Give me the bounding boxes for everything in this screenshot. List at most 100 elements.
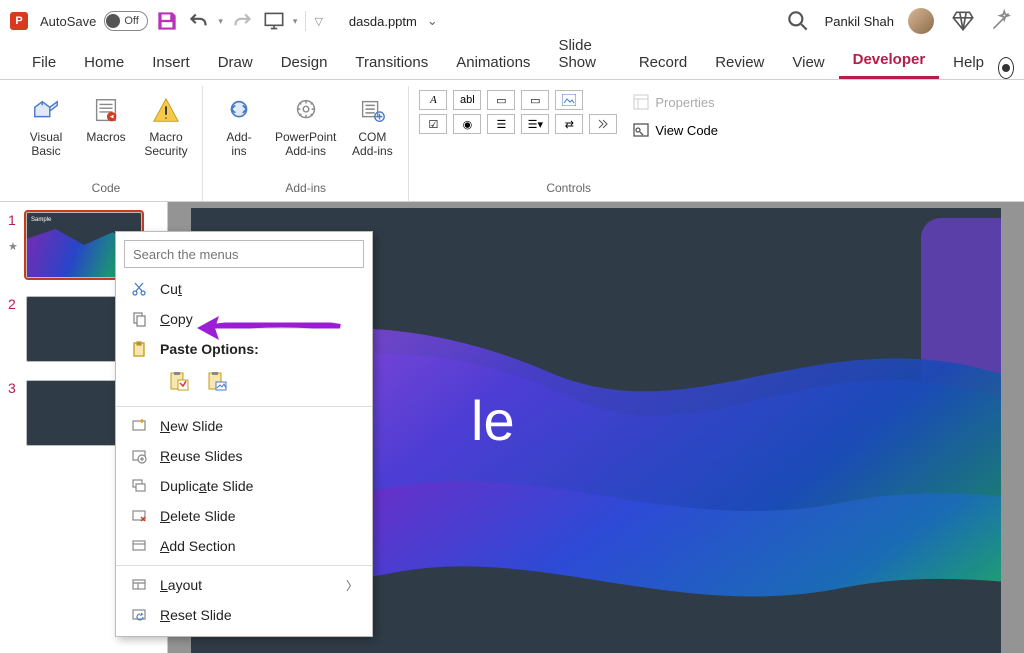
checkbox-control-icon[interactable]: ☑ [419,114,447,134]
avatar[interactable] [908,8,934,34]
textbox-control-icon[interactable]: abl [453,90,481,110]
group-label-code: Code [92,177,121,201]
menu-duplicate-slide[interactable]: Duplicate Slide [116,471,372,501]
tab-view[interactable]: View [778,46,838,79]
context-menu: Cut Copy Paste Options: New Slide Reuse … [115,231,373,637]
menu-layout[interactable]: Layout 〉 [116,570,372,600]
menu-paste-options: Paste Options: [116,334,372,364]
toggle-knob [106,14,120,28]
autosave-state: Off [124,15,138,27]
autosave-label: AutoSave [40,14,96,29]
thumb-number: 3 [8,380,20,396]
image-control-icon[interactable] [555,90,583,110]
chevron-right-icon: 〉 [346,577,358,594]
com-addins-button[interactable]: COM Add-ins [346,90,398,162]
separator [305,11,306,31]
properties-label: Properties [655,95,714,110]
view-code-label: View Code [655,123,718,138]
powerpoint-addins-button[interactable]: PowerPoint Add-ins [273,90,338,162]
present-icon[interactable] [261,8,287,34]
powerpoint-icon: P [10,12,28,30]
save-icon[interactable] [154,8,180,34]
autosave-toggle[interactable]: Off [104,11,148,31]
tab-review[interactable]: Review [701,46,778,79]
menu-cut-label: Cut [160,281,182,297]
tab-file[interactable]: File [18,46,70,79]
com-addins-label: COM Add-ins [352,130,393,158]
macros-label: Macros [86,130,125,144]
menu-paste-label: Paste Options: [160,341,259,357]
thumb-number: 2 [8,296,20,312]
combo-control-icon[interactable]: ☰▾ [521,114,549,134]
undo-icon[interactable] [186,8,212,34]
menu-delete-slide-label: Delete Slide [160,508,236,524]
view-code-button[interactable]: View Code [633,118,718,142]
reuse-slides-icon [130,447,148,465]
menu-copy[interactable]: Copy [116,304,372,334]
menu-delete-slide[interactable]: Delete Slide [116,501,372,531]
ribbon-group-code: Visual Basic Macros Macro Security Code [10,86,203,201]
paste-keep-formatting[interactable] [166,368,192,394]
addins-button[interactable]: Add- ins [213,90,265,162]
ribbon-group-addins: Add- ins PowerPoint Add-ins COM Add-ins … [203,86,409,201]
label-control-icon[interactable]: A [419,90,447,110]
tab-help[interactable]: Help [939,46,998,79]
more-controls-icon[interactable] [589,114,617,134]
toggle-control-icon[interactable]: ⇄ [555,114,583,134]
paste-icon [130,340,148,358]
new-slide-icon [130,417,148,435]
visual-basic-icon [29,94,63,128]
menu-add-section[interactable]: Add Section [116,531,372,561]
group-label-addins: Add-ins [285,177,326,201]
macro-security-button[interactable]: Macro Security [140,90,192,162]
tab-slide-show[interactable]: Slide Show [544,29,624,79]
tab-design[interactable]: Design [267,46,342,79]
addins-icon [222,94,256,128]
menu-copy-label: Copy [160,311,193,327]
menu-new-slide[interactable]: New Slide [116,411,372,441]
user-name[interactable]: Pankil Shah [825,14,894,29]
diamond-icon[interactable] [950,8,976,34]
tab-record[interactable]: Record [625,46,701,79]
tab-insert[interactable]: Insert [138,46,204,79]
addins-label: Add- ins [226,130,251,158]
menu-reset-slide[interactable]: Reset Slide [116,600,372,630]
filename[interactable]: dasda.pptm [349,14,417,29]
list-control-icon[interactable]: ☰ [487,114,515,134]
com-addins-icon [355,94,389,128]
macro-security-icon [149,94,183,128]
delete-slide-icon [130,507,148,525]
visual-basic-button[interactable]: Visual Basic [20,90,72,162]
tab-home[interactable]: Home [70,46,138,79]
tab-animations[interactable]: Animations [442,46,544,79]
group-label-controls: Controls [546,177,591,201]
menu-cut[interactable]: Cut [116,274,372,304]
tab-draw[interactable]: Draw [204,46,267,79]
record-button[interactable] [998,57,1014,79]
tab-strip: File Home Insert Draw Design Transitions… [0,42,1024,80]
properties-button: Properties [633,92,718,112]
macros-button[interactable]: Macros [80,90,132,148]
thumb1-text: Sample [31,217,51,223]
redo-icon[interactable] [229,8,255,34]
ribbon-group-controls: A abl ▭ ▭ ☑ ◉ ☰ ☰▾ ⇄ Proper [409,86,728,201]
tab-developer[interactable]: Developer [839,43,940,79]
menu-reuse-slides[interactable]: Reuse Slides [116,441,372,471]
thumb-number: 1 [8,212,20,228]
menu-search-input[interactable] [124,240,364,268]
menu-reset-slide-label: Reset Slide [160,607,232,623]
add-section-icon [130,537,148,555]
reset-slide-icon [130,606,148,624]
paste-picture[interactable] [204,368,230,394]
radio-control-icon[interactable]: ◉ [453,114,481,134]
frame-control-icon[interactable]: ▭ [521,90,549,110]
sparkle-icon[interactable] [988,8,1014,34]
menu-add-section-label: Add Section [160,538,236,554]
filename-caret-icon[interactable]: ⌄ [427,13,438,29]
search-icon[interactable] [785,8,811,34]
menu-duplicate-slide-label: Duplicate Slide [160,478,253,494]
group-control-icon[interactable]: ▭ [487,90,515,110]
slide-title-fragment: le [471,388,515,453]
tab-transitions[interactable]: Transitions [341,46,442,79]
control-grid: A abl ▭ ▭ ☑ ◉ ☰ ☰▾ ⇄ [419,90,617,134]
